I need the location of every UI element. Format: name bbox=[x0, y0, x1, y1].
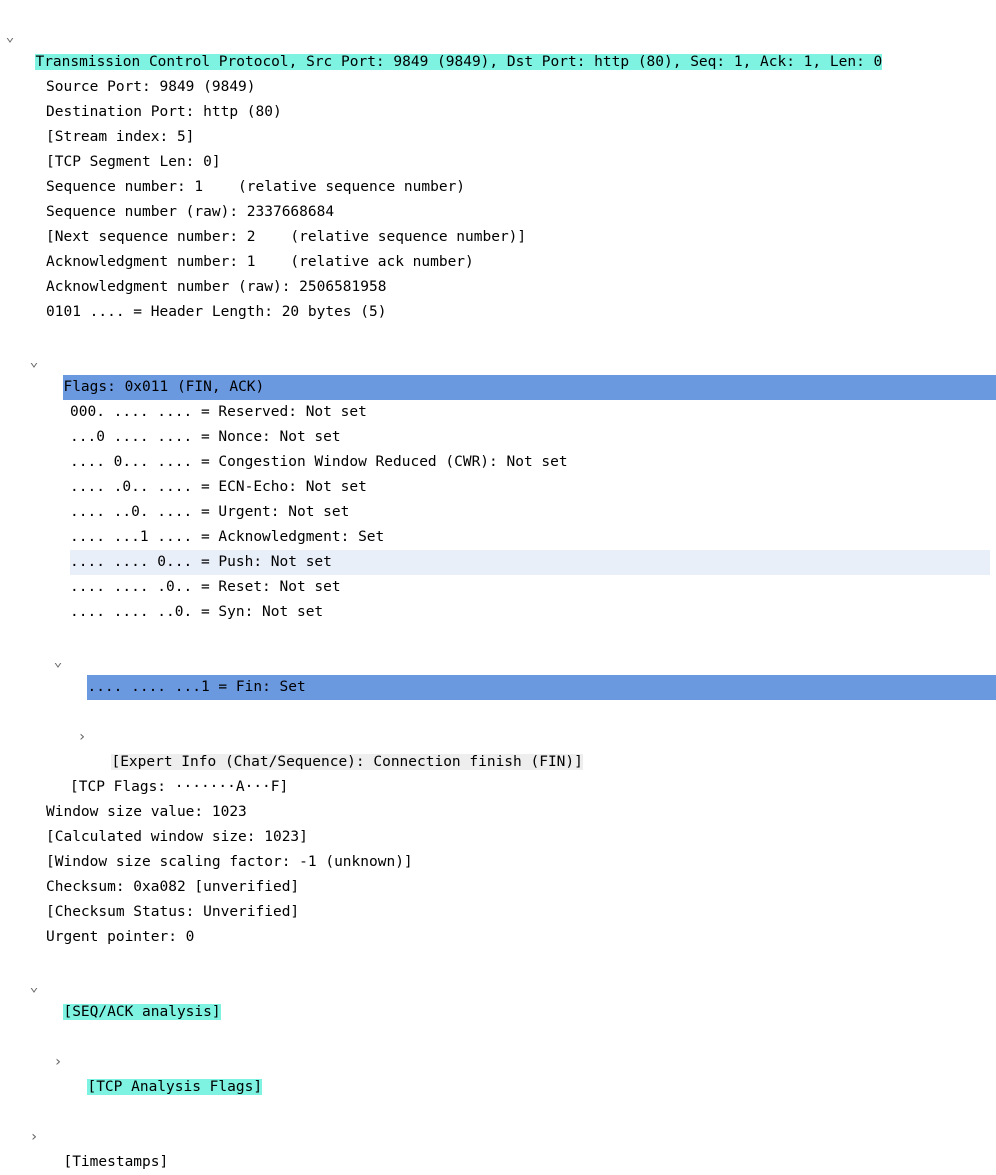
urgent-ptr-row[interactable]: Urgent pointer: 0 bbox=[0, 925, 996, 950]
expert-info-row[interactable]: › [Expert Info (Chat/Sequence): Connecti… bbox=[0, 700, 996, 775]
ack-num-raw-row[interactable]: Acknowledgment number (raw): 2506581958 bbox=[0, 275, 996, 300]
stream-index-row[interactable]: [Stream index: 5] bbox=[0, 125, 996, 150]
tcp-analysis-flags-row[interactable]: › [TCP Analysis Flags] bbox=[0, 1025, 996, 1100]
flag-push-row[interactable]: .... .... 0... = Push: Not set bbox=[0, 550, 996, 575]
timestamps-row[interactable]: › [Timestamps] bbox=[0, 1100, 996, 1175]
urgent-ptr-text: Urgent pointer: 0 bbox=[46, 929, 194, 945]
flag-reserved-row[interactable]: 000. .... .... = Reserved: Not set bbox=[0, 400, 996, 425]
tcp-seg-len-row[interactable]: [TCP Segment Len: 0] bbox=[0, 150, 996, 175]
win-size-row[interactable]: Window size value: 1023 bbox=[0, 800, 996, 825]
win-scale-row[interactable]: [Window size scaling factor: -1 (unknown… bbox=[0, 850, 996, 875]
flag-urg-row[interactable]: .... ..0. .... = Urgent: Not set bbox=[0, 500, 996, 525]
chevron-right-icon[interactable]: › bbox=[76, 725, 88, 750]
seq-ack-analysis-row[interactable]: ⌄ [SEQ/ACK analysis] bbox=[0, 950, 996, 1025]
chevron-down-icon[interactable]: ⌄ bbox=[28, 975, 40, 1000]
seq-num-row[interactable]: Sequence number: 1 (relative sequence nu… bbox=[0, 175, 996, 200]
chevron-right-icon[interactable]: › bbox=[28, 1125, 40, 1150]
src-port-row[interactable]: Source Port: 9849 (9849) bbox=[0, 75, 996, 100]
flag-reserved-text: 000. .... .... = Reserved: Not set bbox=[70, 404, 367, 420]
flags-header-text: Flags: 0x011 (FIN, ACK) bbox=[63, 375, 996, 400]
chevron-down-icon[interactable]: ⌄ bbox=[28, 350, 40, 375]
ack-num-text: Acknowledgment number: 1 (relative ack n… bbox=[46, 254, 474, 270]
win-scale-text: [Window size scaling factor: -1 (unknown… bbox=[46, 854, 413, 870]
win-size-text: Window size value: 1023 bbox=[46, 804, 247, 820]
ack-num-raw-text: Acknowledgment number (raw): 2506581958 bbox=[46, 279, 386, 295]
checksum-text: Checksum: 0xa082 [unverified] bbox=[46, 879, 299, 895]
next-seq-text: [Next sequence number: 2 (relative seque… bbox=[46, 229, 526, 245]
flag-fin-row[interactable]: ⌄ .... .... ...1 = Fin: Set bbox=[0, 625, 996, 700]
dst-port-text: Destination Port: http (80) bbox=[46, 104, 282, 120]
flag-syn-row[interactable]: .... .... ..0. = Syn: Not set bbox=[0, 600, 996, 625]
tcp-seg-len-text: [TCP Segment Len: 0] bbox=[46, 154, 221, 170]
seq-ack-analysis-text: [SEQ/ACK analysis] bbox=[63, 1004, 220, 1020]
tcp-header-text: Transmission Control Protocol, Src Port:… bbox=[35, 54, 882, 70]
hdr-len-text: 0101 .... = Header Length: 20 bytes (5) bbox=[46, 304, 386, 320]
flag-syn-text: .... .... ..0. = Syn: Not set bbox=[70, 604, 323, 620]
expert-info-text: [Expert Info (Chat/Sequence): Connection… bbox=[111, 754, 582, 770]
stream-index-text: [Stream index: 5] bbox=[46, 129, 194, 145]
chevron-right-icon[interactable]: › bbox=[52, 1050, 64, 1075]
flag-nonce-row[interactable]: ...0 .... .... = Nonce: Not set bbox=[0, 425, 996, 450]
flag-push-text: .... .... 0... = Push: Not set bbox=[70, 550, 990, 575]
calc-win-size-text: [Calculated window size: 1023] bbox=[46, 829, 308, 845]
next-seq-row[interactable]: [Next sequence number: 2 (relative seque… bbox=[0, 225, 996, 250]
flag-cwr-text: .... 0... .... = Congestion Window Reduc… bbox=[70, 454, 568, 470]
seq-num-text: Sequence number: 1 (relative sequence nu… bbox=[46, 179, 465, 195]
seq-num-raw-row[interactable]: Sequence number (raw): 2337668684 bbox=[0, 200, 996, 225]
checksum-status-text: [Checksum Status: Unverified] bbox=[46, 904, 299, 920]
checksum-row[interactable]: Checksum: 0xa082 [unverified] bbox=[0, 875, 996, 900]
tcp-flags-str-text: [TCP Flags: ·······A···F] bbox=[70, 779, 288, 795]
seq-num-raw-text: Sequence number (raw): 2337668684 bbox=[46, 204, 334, 220]
dst-port-row[interactable]: Destination Port: http (80) bbox=[0, 100, 996, 125]
chevron-down-icon[interactable]: ⌄ bbox=[4, 25, 16, 50]
tcp-analysis-flags-text: [TCP Analysis Flags] bbox=[87, 1079, 262, 1095]
tcp-flags-str-row[interactable]: [TCP Flags: ·······A···F] bbox=[0, 775, 996, 800]
flag-fin-text: .... .... ...1 = Fin: Set bbox=[87, 675, 996, 700]
flag-cwr-row[interactable]: .... 0... .... = Congestion Window Reduc… bbox=[0, 450, 996, 475]
flag-urg-text: .... ..0. .... = Urgent: Not set bbox=[70, 504, 349, 520]
flag-reset-row[interactable]: .... .... .0.. = Reset: Not set bbox=[0, 575, 996, 600]
ack-num-row[interactable]: Acknowledgment number: 1 (relative ack n… bbox=[0, 250, 996, 275]
timestamps-text: [Timestamps] bbox=[63, 1154, 168, 1170]
hdr-len-row[interactable]: 0101 .... = Header Length: 20 bytes (5) bbox=[0, 300, 996, 325]
tcp-header-row[interactable]: ⌄ Transmission Control Protocol, Src Por… bbox=[0, 0, 996, 75]
calc-win-size-row[interactable]: [Calculated window size: 1023] bbox=[0, 825, 996, 850]
flag-ecn-text: .... .0.. .... = ECN-Echo: Not set bbox=[70, 479, 367, 495]
flag-ack-row[interactable]: .... ...1 .... = Acknowledgment: Set bbox=[0, 525, 996, 550]
chevron-down-icon[interactable]: ⌄ bbox=[52, 650, 64, 675]
flag-ecn-row[interactable]: .... .0.. .... = ECN-Echo: Not set bbox=[0, 475, 996, 500]
flags-header-row[interactable]: ⌄ Flags: 0x011 (FIN, ACK) bbox=[0, 325, 996, 400]
flag-ack-text: .... ...1 .... = Acknowledgment: Set bbox=[70, 529, 384, 545]
flag-nonce-text: ...0 .... .... = Nonce: Not set bbox=[70, 429, 341, 445]
flag-reset-text: .... .... .0.. = Reset: Not set bbox=[70, 579, 341, 595]
src-port-text: Source Port: 9849 (9849) bbox=[46, 79, 256, 95]
checksum-status-row[interactable]: [Checksum Status: Unverified] bbox=[0, 900, 996, 925]
